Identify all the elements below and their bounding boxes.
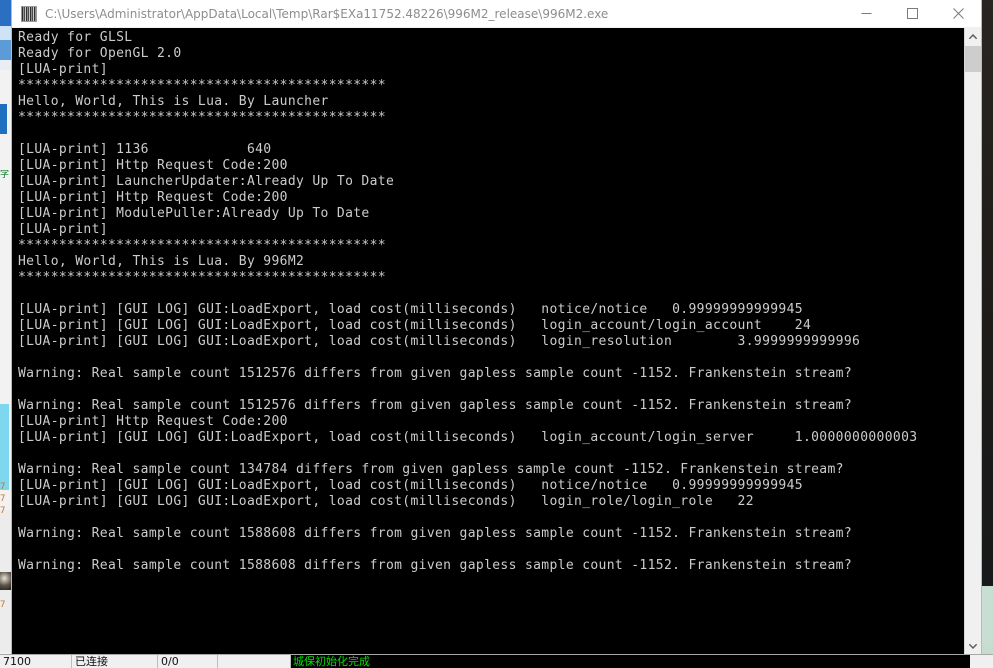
background-window-sliver[interactable]: 字 7 7 7 7 (0, 0, 12, 668)
console-line: [LUA-print] [GUI LOG] GUI:LoadExport, lo… (18, 334, 861, 349)
console-line: ****************************************… (18, 238, 386, 253)
console-line: [LUA-print] (18, 222, 108, 237)
console-line: [LUA-print] Http Request Code:200 (18, 414, 288, 429)
console-line: ****************************************… (18, 78, 386, 93)
minimize-icon (861, 13, 871, 14)
scroll-up-arrow[interactable] (965, 28, 981, 45)
maximize-button[interactable] (889, 0, 935, 28)
console-line: Hello, World, This is Lua. By Launcher (18, 94, 329, 109)
minimize-button[interactable] (843, 0, 889, 28)
console-window: C:\Users\Administrator\AppData\Local\Tem… (12, 0, 981, 655)
console-line: [LUA-print] [GUI LOG] GUI:LoadExport, lo… (18, 494, 754, 509)
console-line: Hello, World, This is Lua. By 996M2 (18, 254, 305, 269)
background-window-avatar (0, 572, 11, 590)
console-output-area[interactable]: Ready for GLSL Ready for OpenGL 2.0 [LUA-p… (12, 28, 981, 655)
console-log-text: Ready for GLSL Ready for OpenGL 2.0 [LUA-p… (18, 30, 968, 574)
console-app-icon (21, 5, 37, 22)
console-line: [LUA-print] ModulePuller:Already Up To D… (18, 206, 370, 221)
console-line: Ready for OpenGL 2.0 (18, 46, 182, 61)
titlebar[interactable]: C:\Users\Administrator\AppData\Local\Tem… (12, 0, 981, 28)
chevron-down-icon (969, 644, 977, 649)
background-window-toolbar (0, 26, 12, 40)
statusbar-cell: 7100 (0, 655, 72, 668)
background-window-number-1: 7 (0, 482, 6, 492)
window-controls (843, 0, 981, 28)
console-line: [LUA-print] [GUI LOG] GUI:LoadExport, lo… (18, 302, 803, 317)
chevron-up-icon (969, 34, 977, 39)
console-line: [LUA-print] 1136 640 (18, 142, 272, 157)
console-line: [LUA-print] Http Request Code:200 (18, 158, 288, 173)
background-window-subbar (0, 60, 12, 70)
console-line: Warning: Real sample count 134784 differ… (18, 462, 844, 477)
console-line: [LUA-print] [GUI LOG] GUI:LoadExport, lo… (18, 430, 918, 445)
desktop-screen: 字 7 7 7 7 C:\Users\Administrator\AppData… (0, 0, 993, 668)
console-scrollbar[interactable] (964, 28, 981, 655)
console-line: [LUA-print] LauncherUpdater:Already Up T… (18, 174, 395, 189)
statusbar-cell (218, 655, 291, 668)
background-window-number-4: 7 (0, 600, 6, 610)
statusbar-cell: 已连接 (72, 655, 158, 668)
background-window-accent (0, 104, 7, 134)
scroll-thumb[interactable] (965, 46, 981, 72)
close-icon (952, 8, 964, 19)
background-window-number-3: 7 (0, 506, 6, 516)
console-line: Ready for GLSL (18, 30, 133, 45)
background-panel-right (980, 586, 993, 652)
console-line: ****************************************… (18, 110, 386, 125)
background-app-statusbar[interactable]: 0/0 已连接 7100 城保初始化完成 (0, 654, 993, 668)
desktop-right-edge (981, 0, 993, 668)
background-window-glyph: 字 (0, 170, 10, 180)
console-line: [LUA-print] [GUI LOG] GUI:LoadExport, lo… (18, 318, 812, 333)
background-window-highlight (0, 404, 9, 490)
console-line: [LUA-print] [GUI LOG] GUI:LoadExport, lo… (18, 478, 803, 493)
console-line: Warning: Real sample count 1512576 diffe… (18, 398, 853, 413)
window-title: C:\Users\Administrator\AppData\Local\Tem… (45, 6, 609, 21)
background-app-log-message: 城保初始化完成 (291, 655, 970, 668)
console-line: Warning: Real sample count 1512576 diffe… (18, 366, 853, 381)
console-line: ****************************************… (18, 270, 386, 285)
background-window-banner (0, 40, 12, 60)
maximize-icon (906, 8, 918, 19)
statusbar-cell: 0/0 (158, 655, 218, 668)
background-window-titlebar (0, 0, 12, 26)
console-line: [LUA-print] (18, 62, 108, 77)
close-button[interactable] (935, 0, 981, 28)
console-line: Warning: Real sample count 1588608 diffe… (18, 526, 853, 541)
console-line: Warning: Real sample count 1588608 diffe… (18, 558, 853, 573)
scroll-down-arrow[interactable] (965, 638, 981, 655)
background-window-number-2: 7 (0, 494, 6, 504)
console-line: [LUA-print] Http Request Code:200 (18, 190, 288, 205)
